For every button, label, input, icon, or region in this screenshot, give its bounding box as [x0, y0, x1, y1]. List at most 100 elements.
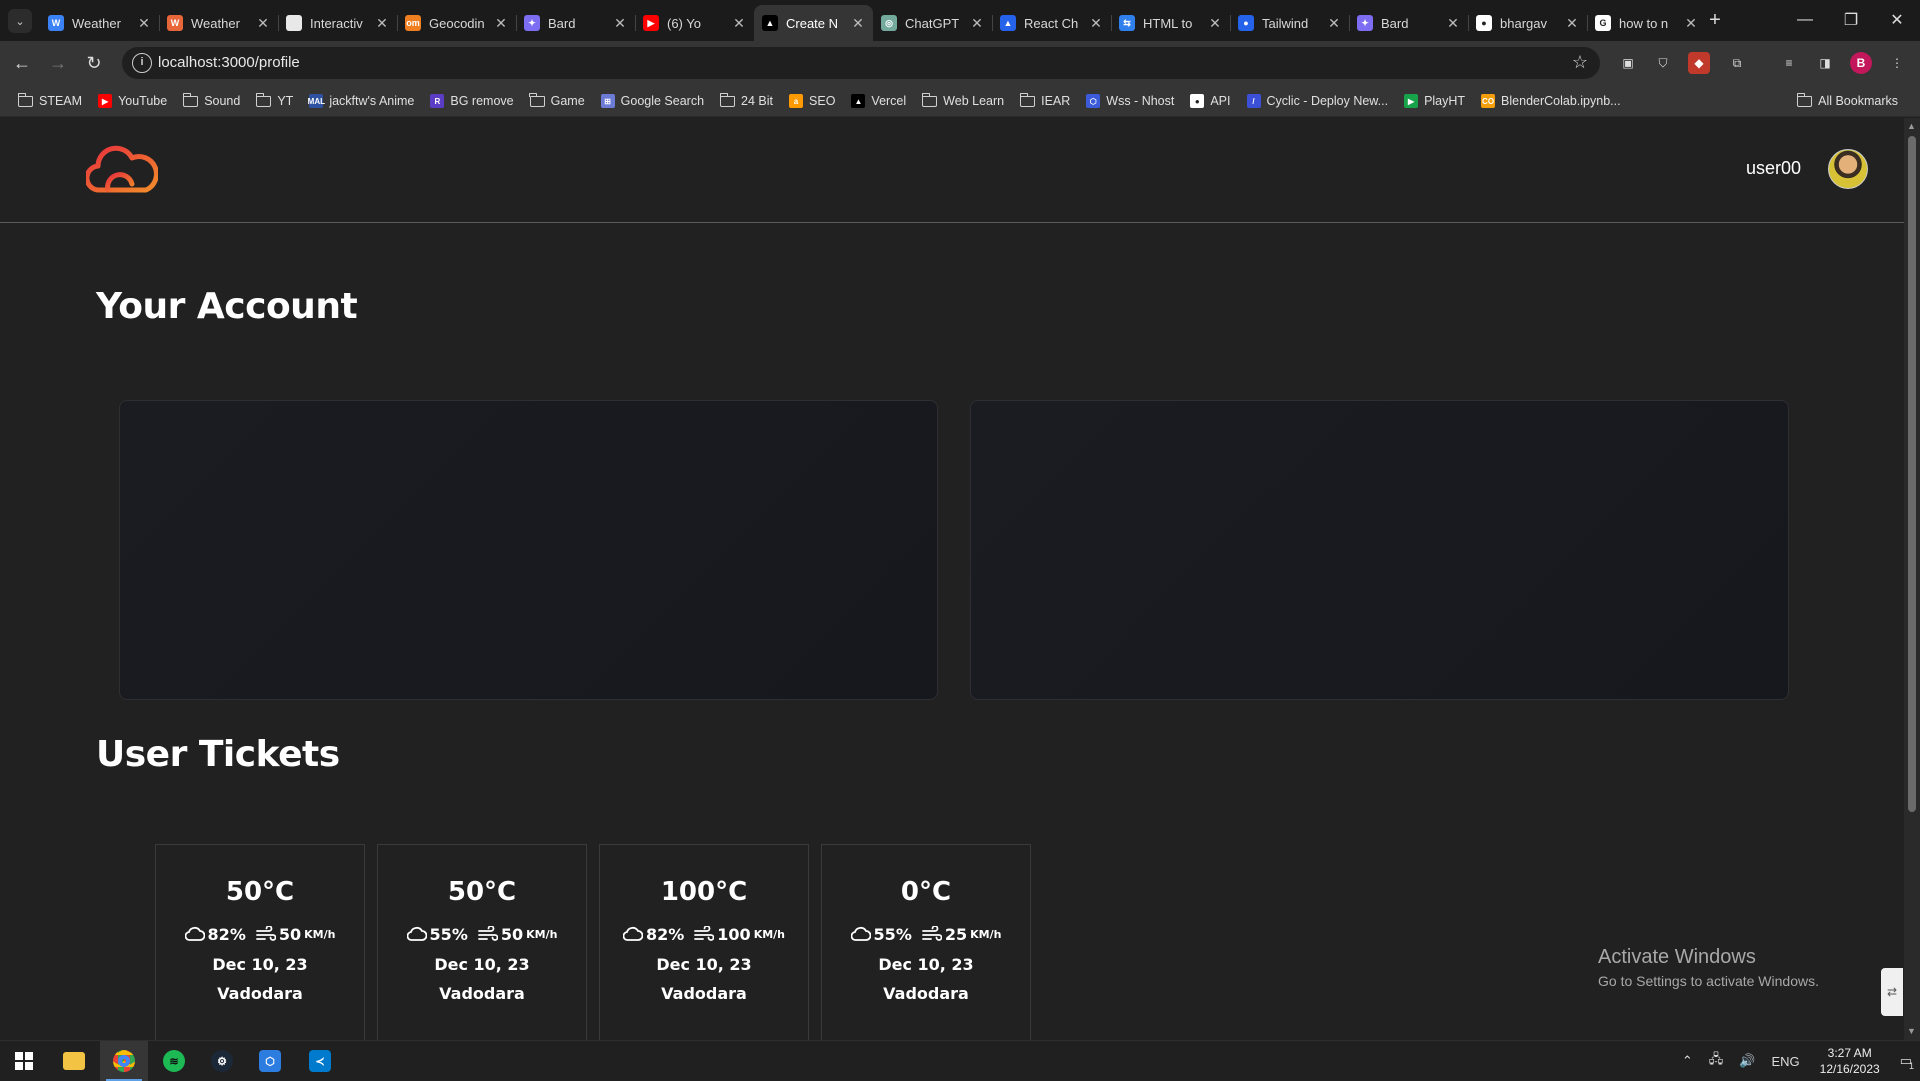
- profile-avatar[interactable]: B: [1850, 52, 1872, 74]
- scroll-down-icon[interactable]: ▼: [1907, 1026, 1917, 1036]
- github-icon: ●: [1476, 15, 1492, 31]
- menu-kebab-icon[interactable]: ⋮: [1886, 52, 1908, 74]
- browser-tab[interactable]: Interactiv ✕: [278, 5, 397, 41]
- weather-ticket-card[interactable]: 0°C 55% 25 KM/h Dec 10, 23 Vadodara: [821, 844, 1031, 1040]
- bookmark-link[interactable]: ▶ PlayHT: [1396, 88, 1473, 114]
- bookmark-folder[interactable]: Sound: [175, 88, 248, 114]
- browser-tab[interactable]: om Geocodin ✕: [397, 5, 516, 41]
- wind-icon: [477, 926, 498, 942]
- bookmark-link[interactable]: ● API: [1182, 88, 1238, 114]
- bookmark-folder[interactable]: STEAM: [10, 88, 90, 114]
- bookmark-label: YT: [277, 94, 294, 108]
- close-window-button[interactable]: ✕: [1874, 0, 1920, 40]
- tab-close-icon[interactable]: ✕: [1089, 15, 1103, 32]
- extension-icon[interactable]: ◆: [1688, 52, 1710, 74]
- taskbar-app-blue[interactable]: ⬡: [246, 1041, 294, 1081]
- clock[interactable]: 3:27 AM 12/16/2023: [1808, 1045, 1892, 1077]
- tab-close-icon[interactable]: ✕: [613, 15, 627, 32]
- tab-close-icon[interactable]: ✕: [1446, 15, 1460, 32]
- shield-extension-icon[interactable]: ⛉: [1652, 52, 1674, 74]
- browser-tab[interactable]: ◎ ChatGPT ✕: [873, 5, 992, 41]
- tab-close-icon[interactable]: ✕: [1684, 15, 1698, 32]
- cloud-logo-icon[interactable]: [86, 144, 158, 196]
- bookmark-folder[interactable]: YT: [248, 88, 301, 114]
- tab-close-icon[interactable]: ✕: [970, 15, 984, 32]
- bookmark-link[interactable]: a SEO: [781, 88, 843, 114]
- side-panel-icon[interactable]: ◨: [1814, 52, 1836, 74]
- address-bar[interactable]: i localhost:3000/profile ☆: [122, 47, 1600, 79]
- browser-tab[interactable]: ✦ Bard ✕: [1349, 5, 1468, 41]
- taskbar-spotify[interactable]: ≋: [150, 1041, 198, 1081]
- browser-tab[interactable]: W Weather ✕: [159, 5, 278, 41]
- bookmark-link[interactable]: ⊞ Google Search: [593, 88, 712, 114]
- browser-tab[interactable]: ⇆ HTML to ✕: [1111, 5, 1230, 41]
- scrollbar[interactable]: ▲ ▼: [1904, 118, 1920, 1040]
- weather-ticket-card[interactable]: 100°C 82% 100 KM/h Dec 10, 23 Vadodara: [599, 844, 809, 1040]
- tab-close-icon[interactable]: ✕: [256, 15, 270, 32]
- user-avatar[interactable]: [1828, 149, 1868, 189]
- bookmark-link[interactable]: ▶ YouTube: [90, 88, 175, 114]
- browser-tab[interactable]: W Weather ✕: [40, 5, 159, 41]
- bookmark-folder[interactable]: 24 Bit: [712, 88, 781, 114]
- bookmark-favicon-icon: ▶: [98, 94, 113, 108]
- tab-close-icon[interactable]: ✕: [1327, 15, 1341, 32]
- tab-close-icon[interactable]: ✕: [137, 15, 151, 32]
- site-info-icon[interactable]: i: [132, 53, 152, 73]
- wind-value: 50: [500, 924, 524, 944]
- tab-search-button[interactable]: ⌄: [8, 9, 32, 33]
- bookmark-label: BG remove: [450, 94, 514, 108]
- taskbar-vscode[interactable]: ≺: [296, 1041, 344, 1081]
- bookmark-link[interactable]: ▲ Vercel: [843, 88, 914, 114]
- ticket-city: Vadodara: [439, 984, 525, 1003]
- bookmark-star-icon[interactable]: ☆: [1572, 52, 1588, 73]
- reload-button[interactable]: ↻: [80, 49, 108, 77]
- tab-close-icon[interactable]: ✕: [494, 15, 508, 32]
- bookmark-link[interactable]: / Cyclic - Deploy New...: [1239, 88, 1397, 114]
- bookmark-link[interactable]: MAL jackftw's Anime: [301, 88, 422, 114]
- taskbar-chrome[interactable]: [100, 1041, 148, 1081]
- tab-close-icon[interactable]: ✕: [851, 15, 865, 32]
- browser-tab[interactable]: ▲ React Ch ✕: [992, 5, 1111, 41]
- username-label[interactable]: user00: [1746, 158, 1801, 179]
- browser-tab[interactable]: ● bhargav ✕: [1468, 5, 1587, 41]
- folder-icon: [1796, 92, 1813, 107]
- forward-button[interactable]: →: [44, 49, 72, 77]
- bookmarks-bar: STEAM ▶ YouTube Sound YT MAL jackftw's Anime R B…: [0, 85, 1920, 117]
- taskbar-steam[interactable]: ⚙: [198, 1041, 246, 1081]
- bookmark-link[interactable]: R BG remove: [422, 88, 521, 114]
- scroll-up-icon[interactable]: ▲: [1907, 121, 1917, 131]
- weather-ticket-card[interactable]: 50°C 55% 50 KM/h Dec 10, 23 Vadodara: [377, 844, 587, 1040]
- network-icon[interactable]: 🖧: [1701, 1050, 1732, 1072]
- chevron-up-icon[interactable]: ⌃: [1674, 1053, 1701, 1069]
- weather-ticket-card[interactable]: 50°C 82% 50 KM/h Dec 10, 23 Vadodara: [155, 844, 365, 1040]
- restore-button[interactable]: ❐: [1828, 0, 1874, 40]
- language-indicator[interactable]: ENG: [1763, 1054, 1807, 1069]
- taskbar-file-explorer[interactable]: [50, 1041, 98, 1081]
- media-control-icon[interactable]: ≡: [1778, 52, 1800, 74]
- side-widget-tab[interactable]: ⇄: [1881, 968, 1903, 1016]
- back-button[interactable]: ←: [8, 49, 36, 77]
- extensions-puzzle-icon[interactable]: ⧉: [1726, 52, 1748, 74]
- browser-tab[interactable]: ▲ Create N ✕: [754, 5, 873, 41]
- scroll-thumb[interactable]: [1908, 136, 1916, 812]
- tab-close-icon[interactable]: ✕: [1208, 15, 1222, 32]
- browser-tab[interactable]: Ghow to n ✕: [1587, 5, 1706, 41]
- browser-tab[interactable]: ● Tailwind ✕: [1230, 5, 1349, 41]
- bookmark-folder[interactable]: IEAR: [1012, 88, 1078, 114]
- bookmark-folder[interactable]: Game: [522, 88, 593, 114]
- tab-close-icon[interactable]: ✕: [1565, 15, 1579, 32]
- browser-tab[interactable]: ▶ (6) Yo ✕: [635, 5, 754, 41]
- cast-icon[interactable]: ▣: [1617, 52, 1639, 74]
- new-tab-button[interactable]: +: [1704, 9, 1726, 31]
- volume-icon[interactable]: 🔊: [1731, 1053, 1763, 1069]
- minimize-button[interactable]: —: [1782, 0, 1828, 40]
- tab-close-icon[interactable]: ✕: [375, 15, 389, 32]
- tab-close-icon[interactable]: ✕: [732, 15, 746, 32]
- notification-center-icon[interactable]: ▭ 1: [1892, 1053, 1920, 1071]
- browser-tab[interactable]: ✦ Bard ✕: [516, 5, 635, 41]
- bookmark-folder[interactable]: Web Learn: [914, 88, 1012, 114]
- bookmark-link[interactable]: ⬡ Wss - Nhost: [1078, 88, 1182, 114]
- all-bookmarks-button[interactable]: All Bookmarks: [1789, 88, 1906, 114]
- start-button[interactable]: [0, 1041, 48, 1081]
- bookmark-link[interactable]: CO BlenderColab.ipynb...: [1473, 88, 1629, 114]
